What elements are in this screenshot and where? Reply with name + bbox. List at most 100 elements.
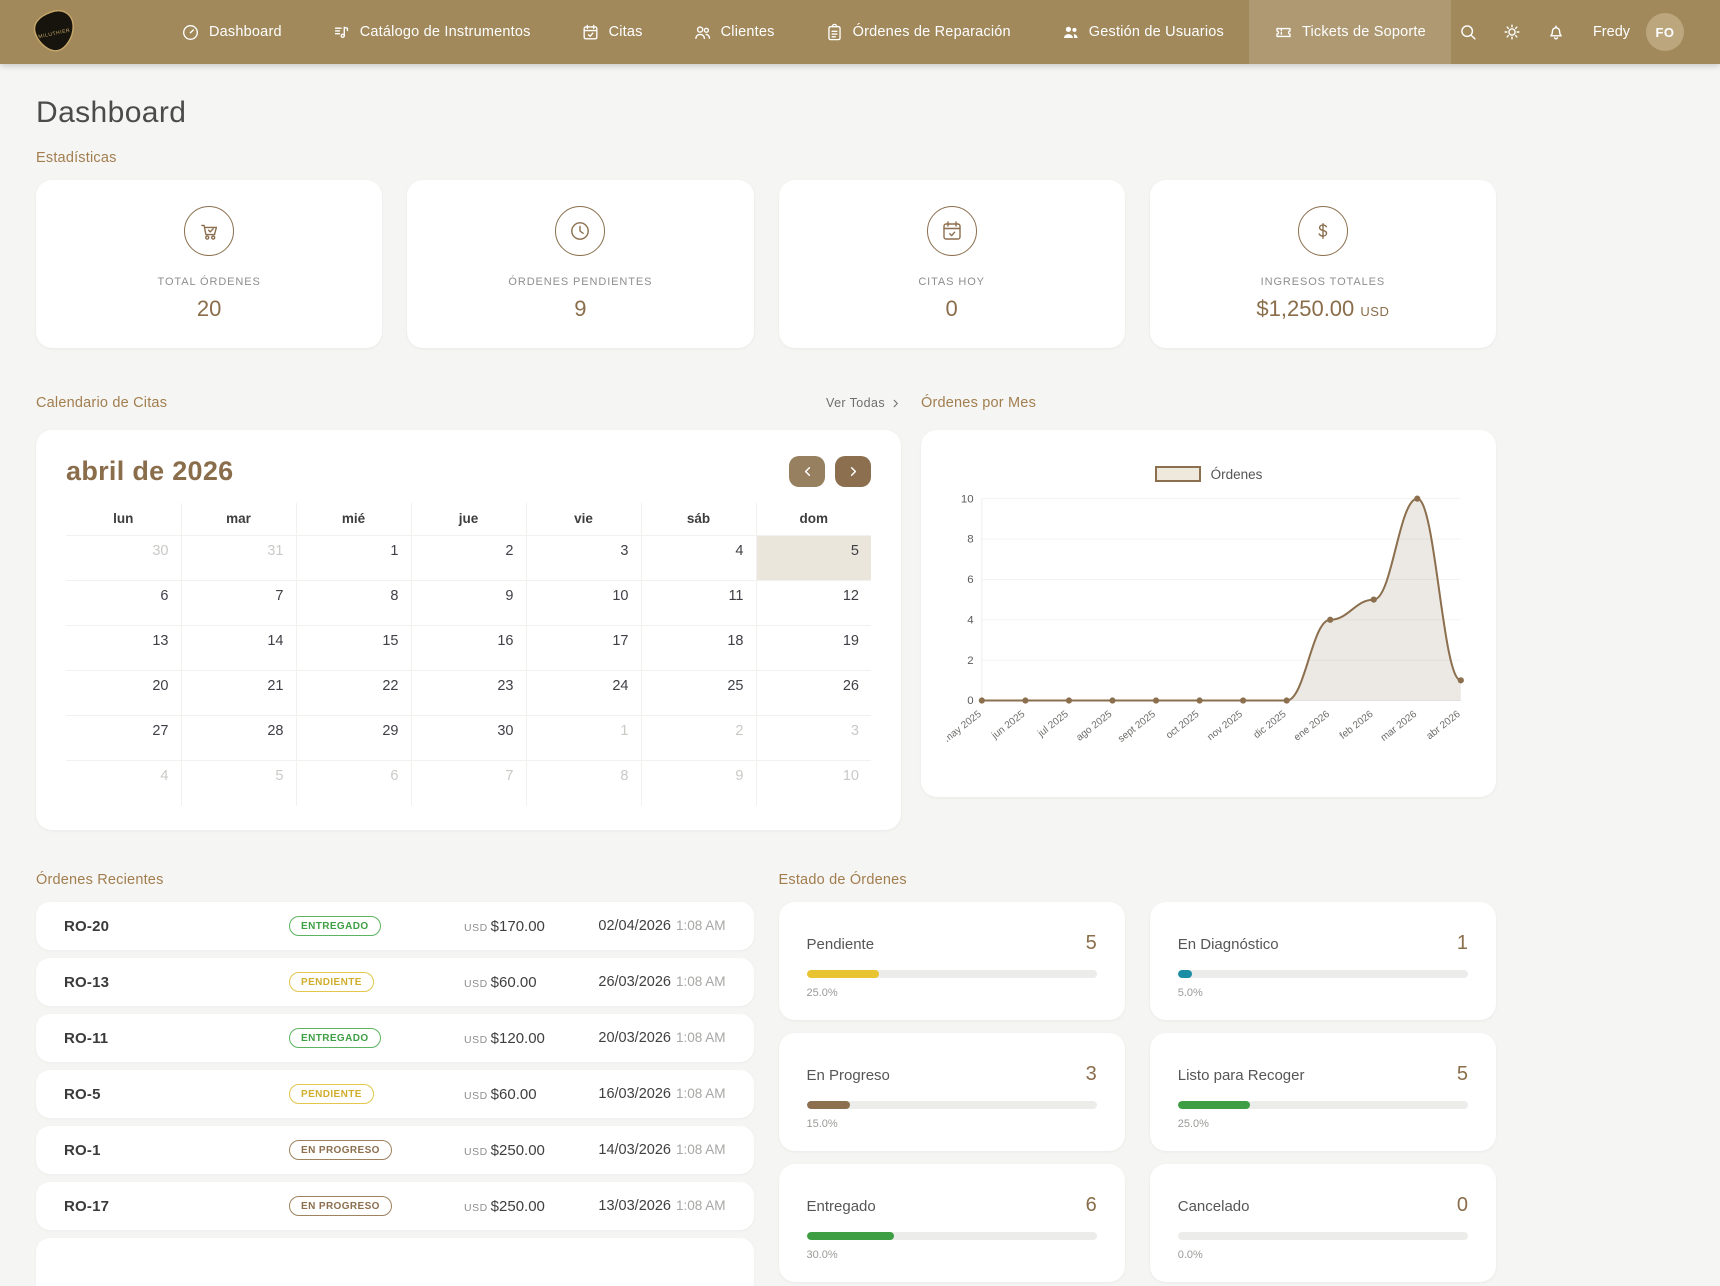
calendar-day[interactable]: 30 (66, 536, 181, 581)
calendar-day[interactable]: 25 (641, 671, 756, 716)
calendar-day[interactable]: 18 (641, 626, 756, 671)
svg-text:mar 2026: mar 2026 (1379, 709, 1420, 744)
calendar-day[interactable]: 6 (66, 581, 181, 626)
calendar-day[interactable]: 3 (526, 536, 641, 581)
status-progress-fill (807, 970, 880, 978)
calendar-day[interactable]: 11 (641, 581, 756, 626)
stat-card-ingresos-totales: INGRESOS TOTALES$1,250.00 USD (1150, 180, 1496, 348)
calendar-section-title: Calendario de Citas (36, 395, 167, 411)
calendar-day[interactable]: 7 (411, 761, 526, 806)
status-label: Pendiente (807, 936, 875, 953)
search-button[interactable] (1451, 15, 1485, 49)
sun-icon (1502, 22, 1522, 42)
calendar-day[interactable]: 15 (296, 626, 411, 671)
nav-item-label: Tickets de Soporte (1302, 24, 1426, 40)
calendar-day[interactable]: 31 (181, 536, 296, 581)
calendar-day[interactable]: 30 (411, 716, 526, 761)
order-row-partial[interactable] (36, 1238, 754, 1286)
order-date: 26/03/20261:08 AM (598, 974, 725, 990)
calendar-day[interactable]: 19 (756, 626, 871, 671)
order-id: RO-5 (64, 1086, 289, 1103)
calendar-day[interactable]: 4 (66, 761, 181, 806)
calendar-day[interactable]: 28 (181, 716, 296, 761)
theme-button[interactable] (1495, 15, 1529, 49)
calendar-day[interactable]: 1 (526, 716, 641, 761)
calendar-day-selected[interactable]: 5 (756, 536, 871, 581)
calendar-day[interactable]: 2 (641, 716, 756, 761)
dashboard-content: Dashboard Estadísticas TOTAL ÓRDENES20ÓR… (0, 96, 1532, 1286)
stat-value: 20 (197, 296, 221, 322)
order-row-ro-13[interactable]: RO-13PENDIENTEUSD$60.0026/03/20261:08 AM (36, 958, 754, 1006)
calendar-day[interactable]: 10 (756, 761, 871, 806)
calendar-day[interactable]: 9 (411, 581, 526, 626)
next-month-button[interactable] (835, 456, 871, 487)
calendar-day[interactable]: 29 (296, 716, 411, 761)
calendar-day[interactable]: 20 (66, 671, 181, 716)
calendar-day[interactable]: 13 (66, 626, 181, 671)
weekday-header: mar (181, 503, 296, 536)
nav-item-ordenes-de-reparacion[interactable]: Órdenes de Reparación (800, 0, 1036, 64)
calendar-day[interactable]: 23 (411, 671, 526, 716)
top-navigation-bar: MILUTHIER DashboardCatálogo de Instrumen… (0, 0, 1720, 64)
app-logo[interactable]: MILUTHIER (30, 6, 78, 58)
calendar-day[interactable]: 5 (181, 761, 296, 806)
status-card-pendiente: Pendiente525.0% (779, 902, 1125, 1020)
order-row-ro-1[interactable]: RO-1EN PROGRESOUSD$250.0014/03/20261:08 … (36, 1126, 754, 1174)
main-nav: DashboardCatálogo de InstrumentosCitasCl… (156, 0, 1451, 64)
prev-month-button[interactable] (789, 456, 825, 487)
status-progress-track (807, 1101, 1097, 1109)
status-progress-track (1178, 1232, 1468, 1240)
calendar-day[interactable]: 1 (296, 536, 411, 581)
view-all-appointments-link[interactable]: Ver Todas (826, 396, 901, 410)
order-row-ro-17[interactable]: RO-17EN PROGRESOUSD$250.0013/03/20261:08… (36, 1182, 754, 1230)
nav-item-label: Órdenes de Reparación (853, 24, 1011, 40)
calendar-day[interactable]: 26 (756, 671, 871, 716)
notifications-button[interactable] (1539, 15, 1573, 49)
music-note-icon (332, 23, 351, 42)
nav-item-citas[interactable]: Citas (556, 0, 668, 64)
order-row-ro-20[interactable]: RO-20ENTREGADOUSD$170.0002/04/20261:08 A… (36, 902, 754, 950)
calendar-day[interactable]: 8 (526, 761, 641, 806)
svg-text:dic 2025: dic 2025 (1252, 709, 1289, 741)
nav-item-catalogo-de-instrumentos[interactable]: Catálogo de Instrumentos (307, 0, 556, 64)
calendar-day[interactable]: 16 (411, 626, 526, 671)
status-card-entregado: Entregado630.0% (779, 1164, 1125, 1282)
calendar-day[interactable]: 27 (66, 716, 181, 761)
status-card-en-diagnostico: En Diagnóstico15.0% (1150, 902, 1496, 1020)
nav-item-dashboard[interactable]: Dashboard (156, 0, 307, 64)
calendar-day[interactable]: 6 (296, 761, 411, 806)
user-group-icon (1061, 23, 1080, 42)
status-card-cancelado: Cancelado00.0% (1150, 1164, 1496, 1282)
calendar-day[interactable]: 12 (756, 581, 871, 626)
order-id: RO-13 (64, 974, 289, 991)
calendar-day[interactable]: 17 (526, 626, 641, 671)
order-row-ro-11[interactable]: RO-11ENTREGADOUSD$120.0020/03/20261:08 A… (36, 1014, 754, 1062)
weekday-header: lun (66, 503, 181, 536)
dollar-icon (1311, 219, 1335, 243)
avatar[interactable]: FO (1646, 13, 1684, 51)
stat-label: TOTAL ÓRDENES (158, 276, 261, 288)
calendar-day[interactable]: 7 (181, 581, 296, 626)
svg-text:may 2025: may 2025 (947, 709, 984, 745)
calendar-day[interactable]: 3 (756, 716, 871, 761)
calendar-day[interactable]: 22 (296, 671, 411, 716)
order-amount: USD$250.00 (464, 1198, 598, 1215)
stat-label: INGRESOS TOTALES (1261, 276, 1385, 288)
calendar-day[interactable]: 2 (411, 536, 526, 581)
calendar-day[interactable]: 21 (181, 671, 296, 716)
calendar-day[interactable]: 8 (296, 581, 411, 626)
calendar-day[interactable]: 10 (526, 581, 641, 626)
nav-item-clientes[interactable]: Clientes (668, 0, 800, 64)
calendar-day[interactable]: 4 (641, 536, 756, 581)
status-progress-track (807, 1232, 1097, 1240)
calendar-day[interactable]: 14 (181, 626, 296, 671)
calendar-day[interactable]: 9 (641, 761, 756, 806)
calendar-day[interactable]: 24 (526, 671, 641, 716)
appointments-calendar-card: abril de 2026 lunmarmiéjueviesábdom 3031… (36, 430, 901, 830)
nav-item-gestion-de-usuarios[interactable]: Gestión de Usuarios (1036, 0, 1249, 64)
order-status-badge: ENTREGADO (289, 1028, 381, 1048)
order-row-ro-5[interactable]: RO-5PENDIENTEUSD$60.0016/03/20261:08 AM (36, 1070, 754, 1118)
status-count: 6 (1086, 1194, 1097, 1217)
svg-text:2: 2 (967, 655, 973, 667)
nav-item-tickets-de-soporte[interactable]: Tickets de Soporte (1249, 0, 1451, 64)
